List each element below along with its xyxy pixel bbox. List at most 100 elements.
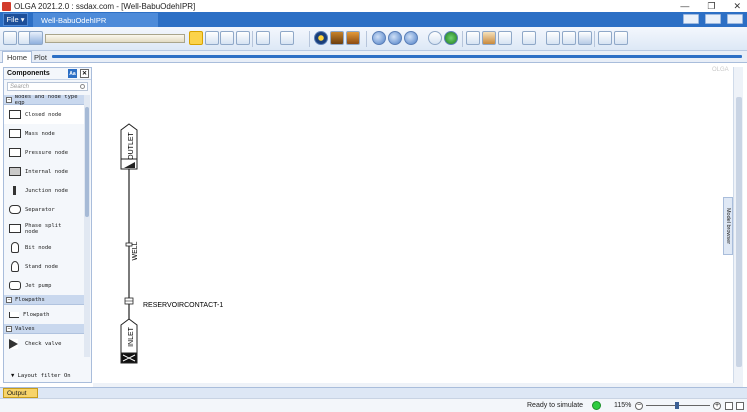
output-tab[interactable]: Output bbox=[3, 388, 38, 398]
collapse-icon[interactable]: − bbox=[6, 96, 12, 103]
category-flowpaths[interactable]: − Flowpaths bbox=[4, 295, 84, 305]
minimize-button[interactable]: — bbox=[680, 1, 689, 11]
well-label: WELL bbox=[132, 241, 139, 260]
globe-icon[interactable] bbox=[444, 31, 458, 45]
list-item-closed-node[interactable]: Closed node bbox=[4, 105, 84, 124]
outlet-node[interactable]: OUTLET bbox=[120, 123, 138, 170]
stand-node-icon bbox=[11, 261, 19, 272]
book-icon[interactable] bbox=[466, 31, 480, 45]
reservoir-contact-label: RESERVOIRCONTACT-1 bbox=[143, 302, 223, 309]
new-case-icon[interactable] bbox=[3, 31, 17, 45]
olga-app-icon bbox=[2, 1, 11, 11]
simulation-progress-track bbox=[45, 34, 185, 43]
search-icon bbox=[80, 84, 85, 89]
model-browser-tab[interactable]: Model browser bbox=[723, 197, 733, 255]
zoom-level: 115% bbox=[614, 402, 632, 409]
title-bar: OLGA 2021.2.0 : ssdax.com - [Well-BabuOd… bbox=[0, 0, 747, 12]
copy-icon[interactable] bbox=[614, 31, 628, 45]
tab-plot[interactable]: Plot bbox=[30, 51, 51, 63]
list-item-mass-node[interactable]: Mass node bbox=[4, 124, 84, 143]
panel-scroll-thumb[interactable] bbox=[85, 107, 89, 217]
document-icon[interactable] bbox=[498, 31, 512, 45]
collapse-icon[interactable]: − bbox=[6, 296, 12, 303]
folder-icon[interactable] bbox=[705, 14, 721, 24]
menu-row: File ▾ Well-BabuOdehIPR bbox=[0, 12, 747, 27]
network-canvas[interactable]: OUTLET WELL RESERVOIRCONTACT-1 INLET bbox=[93, 67, 733, 383]
zoom-in-button[interactable]: + bbox=[713, 402, 721, 410]
reservoir-contact[interactable] bbox=[124, 297, 134, 305]
junction-node-icon bbox=[13, 186, 16, 195]
ribbon-tab-row: Home Plot bbox=[0, 51, 747, 63]
ribbon-collapse-bar[interactable] bbox=[52, 55, 742, 58]
document-tab[interactable]: Well-BabuOdehIPR bbox=[33, 13, 158, 27]
category-nodes[interactable]: − Nodes and node type eqp bbox=[4, 95, 84, 106]
close-panel-button[interactable]: ✕ bbox=[80, 69, 89, 78]
list-item-jet-pump[interactable]: Jet pump bbox=[4, 276, 84, 295]
filter-icon: ▼ bbox=[11, 373, 15, 379]
network-icon[interactable] bbox=[220, 31, 234, 45]
tab-home[interactable]: Home bbox=[2, 51, 33, 63]
network-diagram: OUTLET WELL RESERVOIRCONTACT-1 INLET bbox=[120, 123, 223, 364]
status-text: Ready to simulate bbox=[527, 402, 584, 409]
run-batch-icon[interactable] bbox=[404, 31, 418, 45]
zoom-out-button[interactable]: − bbox=[635, 402, 643, 410]
list-item-pressure-node[interactable]: Pressure node bbox=[4, 143, 84, 162]
restore-button[interactable]: ❐ bbox=[707, 1, 715, 12]
category-valves[interactable]: − Valves bbox=[4, 324, 84, 334]
save-icon[interactable] bbox=[29, 31, 43, 45]
list-item-phase-split-node[interactable]: Phase split node bbox=[4, 219, 84, 238]
pressure-node-icon bbox=[9, 148, 21, 157]
output-bar: Output bbox=[0, 387, 747, 398]
jet-pump-icon bbox=[9, 281, 21, 290]
run-step-icon[interactable] bbox=[388, 31, 402, 45]
list-item-flowpath[interactable]: Flowpath bbox=[4, 305, 84, 324]
fit-to-window-icon[interactable] bbox=[725, 402, 733, 410]
window-title: OLGA 2021.2.0 : ssdax.com - [Well-BabuOd… bbox=[14, 1, 196, 11]
component-search-input[interactable]: Search bbox=[7, 82, 88, 91]
internal-node-icon bbox=[9, 167, 21, 176]
layout-filter-toggle[interactable]: ▼ Layout filter On bbox=[11, 373, 71, 379]
window-layout-icon[interactable] bbox=[683, 14, 699, 24]
list-item-bit-node[interactable]: Bit node bbox=[4, 238, 84, 257]
list-item-separator[interactable]: Separator bbox=[4, 200, 84, 219]
status-bar: Ready to simulate 115% − + bbox=[0, 398, 747, 412]
run-icon[interactable] bbox=[372, 31, 386, 45]
list-item-check-valve[interactable]: Check valve bbox=[4, 334, 84, 353]
report-icon[interactable] bbox=[482, 31, 496, 45]
font-size-button[interactable]: Aa bbox=[68, 69, 77, 78]
components-panel: Components Aa ✕ Search − Nodes and node … bbox=[3, 67, 92, 383]
target-icon[interactable] bbox=[314, 31, 328, 45]
quick-access-icons bbox=[683, 14, 743, 24]
chart-icon[interactable] bbox=[522, 31, 536, 45]
help-icon[interactable] bbox=[727, 14, 743, 24]
stop-icon[interactable] bbox=[428, 31, 442, 45]
canvas-vertical-scrollbar[interactable] bbox=[733, 67, 743, 383]
canvas-scroll-thumb[interactable] bbox=[736, 97, 742, 367]
outlet-label: OUTLET bbox=[128, 131, 135, 159]
separator-icon bbox=[9, 205, 21, 214]
export-icon[interactable] bbox=[598, 31, 612, 45]
node-connect-icon[interactable] bbox=[205, 31, 219, 45]
select-pointer-icon[interactable] bbox=[256, 31, 270, 45]
list-item-junction-node[interactable]: Junction node bbox=[4, 181, 84, 200]
panel-scrollbar[interactable] bbox=[84, 95, 90, 357]
droplet-icon[interactable] bbox=[578, 31, 592, 45]
collapse-icon[interactable]: − bbox=[6, 325, 12, 332]
list-item-stand-node[interactable]: Stand node bbox=[4, 257, 84, 276]
tree-icon[interactable] bbox=[236, 31, 250, 45]
inlet-node[interactable]: INLET bbox=[120, 318, 138, 364]
tools-icon[interactable] bbox=[280, 31, 294, 45]
list-item-internal-node[interactable]: Internal node bbox=[4, 162, 84, 181]
flask-icon[interactable] bbox=[562, 31, 576, 45]
components-panel-header: Components Aa ✕ bbox=[4, 68, 91, 80]
search-placeholder: Search bbox=[10, 83, 30, 90]
draw-flowpath-icon[interactable] bbox=[189, 31, 203, 45]
measure-icon[interactable] bbox=[546, 31, 560, 45]
filter-icon[interactable] bbox=[346, 31, 360, 45]
pipe-icon[interactable] bbox=[330, 31, 344, 45]
grid-view-icon[interactable] bbox=[736, 402, 744, 410]
close-window-button[interactable]: ✕ bbox=[733, 1, 741, 12]
zoom-slider-thumb[interactable] bbox=[675, 402, 679, 409]
check-valve-icon bbox=[9, 338, 18, 349]
file-menu-button[interactable]: File ▾ bbox=[3, 13, 28, 26]
